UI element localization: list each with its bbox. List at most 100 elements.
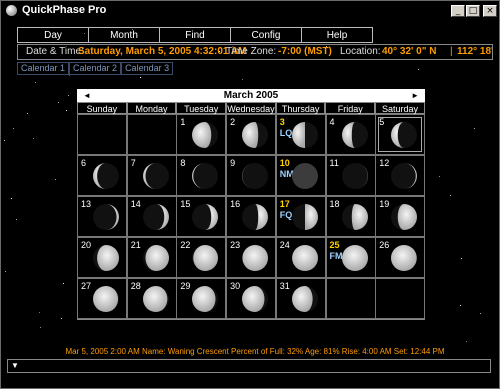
- day-cell[interactable]: 4: [325, 114, 376, 155]
- day-cell[interactable]: 7: [126, 155, 177, 196]
- star-dot: [39, 311, 41, 313]
- day-number: 27: [81, 281, 92, 291]
- month-calendar: ◄ March 2005 ► Sunday Monday Tuesday Wed…: [77, 89, 426, 344]
- day-number: 29: [180, 281, 191, 291]
- window-title: QuickPhase Pro: [22, 4, 107, 16]
- star-dot: [4, 139, 6, 141]
- minimize-button[interactable]: _: [451, 5, 465, 17]
- moon-phase-icon: [391, 122, 418, 148]
- datetime-value: Saturday, March 5, 2005 4:32:01 AM: [78, 46, 247, 57]
- day-cell[interactable]: 18: [325, 196, 376, 237]
- day-cell[interactable]: 8: [176, 155, 227, 196]
- moon-phase-icon: [242, 286, 269, 312]
- menu-help[interactable]: Help: [301, 27, 373, 43]
- day-number: 30: [230, 281, 241, 291]
- day-cell[interactable]: 3 LQ: [275, 114, 326, 155]
- moon-phase-icon: [291, 163, 318, 189]
- day-cell[interactable]: 19: [375, 196, 426, 237]
- longitude-value: 112° 18' 0" W: [457, 46, 493, 57]
- day-cell[interactable]: 20: [77, 237, 127, 278]
- day-number: 20: [81, 240, 92, 250]
- day-cell[interactable]: 14: [126, 196, 177, 237]
- star-dot: [58, 101, 60, 103]
- day-cell[interactable]: 30: [226, 278, 277, 319]
- day-number: 8: [180, 158, 186, 168]
- menu-config[interactable]: Config: [230, 27, 302, 43]
- weekday-monday: Monday: [126, 102, 177, 114]
- moon-phase-icon: [192, 286, 219, 312]
- day-cell[interactable]: 2: [226, 114, 277, 155]
- empty-day-cell: [77, 114, 127, 155]
- day-cell[interactable]: 23: [226, 237, 277, 278]
- day-cell[interactable]: 11: [325, 155, 376, 196]
- star-dot: [68, 75, 70, 77]
- tab-calendar-3[interactable]: Calendar 3: [121, 62, 174, 75]
- day-number: 10: [279, 158, 290, 168]
- day-cell[interactable]: 9: [226, 155, 277, 196]
- empty-day-cell: [126, 114, 177, 155]
- day-cell[interactable]: 6: [77, 155, 127, 196]
- day-number: 6: [81, 158, 87, 168]
- star-dot: [242, 79, 244, 81]
- day-cell[interactable]: 1: [176, 114, 227, 155]
- moon-phase-icon: [341, 204, 368, 230]
- moon-phase-icon: [192, 204, 219, 230]
- day-cell[interactable]: 10 NM: [275, 155, 326, 196]
- menu-month[interactable]: Month: [88, 27, 160, 43]
- menu-day[interactable]: Day: [17, 27, 89, 43]
- day-cell[interactable]: 28: [126, 278, 177, 319]
- moon-phase-icon: [192, 163, 219, 189]
- star-dot: [32, 138, 34, 140]
- star-dot: [438, 176, 440, 178]
- star-dot: [461, 257, 463, 259]
- day-cell[interactable]: 17 FQ: [275, 196, 326, 237]
- close-button[interactable]: ×: [483, 5, 497, 17]
- star-dot: [418, 69, 420, 71]
- datetime-label: Date & Time:: [26, 46, 84, 57]
- day-cell[interactable]: 29: [176, 278, 227, 319]
- menu-find[interactable]: Find: [159, 27, 231, 43]
- moon-phase-icon: [242, 204, 269, 230]
- day-number: 11: [329, 158, 339, 168]
- moon-app-icon: [6, 5, 17, 16]
- prev-month-icon[interactable]: ◄: [83, 89, 91, 102]
- day-cell[interactable]: 31: [275, 278, 326, 319]
- tab-calendar-1[interactable]: Calendar 1: [17, 62, 70, 75]
- weekday-saturday: Saturday: [375, 102, 425, 114]
- status-line: Mar 5, 2005 2:00 AM Name: Waning Crescen…: [65, 347, 445, 356]
- tab-calendar-2[interactable]: Calendar 2: [69, 62, 122, 75]
- day-cell[interactable]: 15: [176, 196, 227, 237]
- day-cell[interactable]: 22: [176, 237, 227, 278]
- day-cell[interactable]: 21: [126, 237, 177, 278]
- day-cell[interactable]: 5: [375, 114, 426, 155]
- day-number: 12: [379, 158, 390, 168]
- star-dot: [11, 198, 13, 200]
- moon-phase-icon: [142, 204, 169, 230]
- menu-bar: Day Month Find Config Help: [17, 27, 373, 43]
- day-grid: 1 2 3 LQ 4 5 6 7 8 9 10 NM 11 12 13 14 1…: [77, 114, 426, 320]
- moon-phase-icon: [291, 122, 318, 148]
- weekday-tuesday: Tuesday: [176, 102, 227, 114]
- day-cell[interactable]: 12: [375, 155, 426, 196]
- star-dot: [449, 195, 451, 197]
- moon-phase-icon: [93, 163, 119, 189]
- day-cell[interactable]: 25 FM: [325, 237, 376, 278]
- maximize-button[interactable]: □: [466, 5, 480, 17]
- day-cell[interactable]: 27: [77, 278, 127, 319]
- star-dot: [26, 113, 28, 115]
- moon-phase-icon: [242, 163, 269, 189]
- timezone-label: Time Zone:: [226, 46, 277, 57]
- moon-phase-icon: [142, 245, 169, 271]
- moon-phase-icon: [341, 163, 368, 189]
- day-cell[interactable]: 16: [226, 196, 277, 237]
- day-cell[interactable]: 24: [275, 237, 326, 278]
- day-cell[interactable]: 13: [77, 196, 127, 237]
- next-month-icon[interactable]: ►: [411, 89, 419, 102]
- day-number: 23: [230, 240, 241, 250]
- weekday-sunday: Sunday: [77, 102, 127, 114]
- app-window: QuickPhase Pro _ □ × Day Month Find Conf…: [0, 0, 500, 389]
- day-number: 7: [130, 158, 136, 168]
- star-dot: [34, 82, 36, 84]
- expand-arrow-icon[interactable]: ▼: [11, 360, 19, 372]
- day-cell[interactable]: 26: [375, 237, 426, 278]
